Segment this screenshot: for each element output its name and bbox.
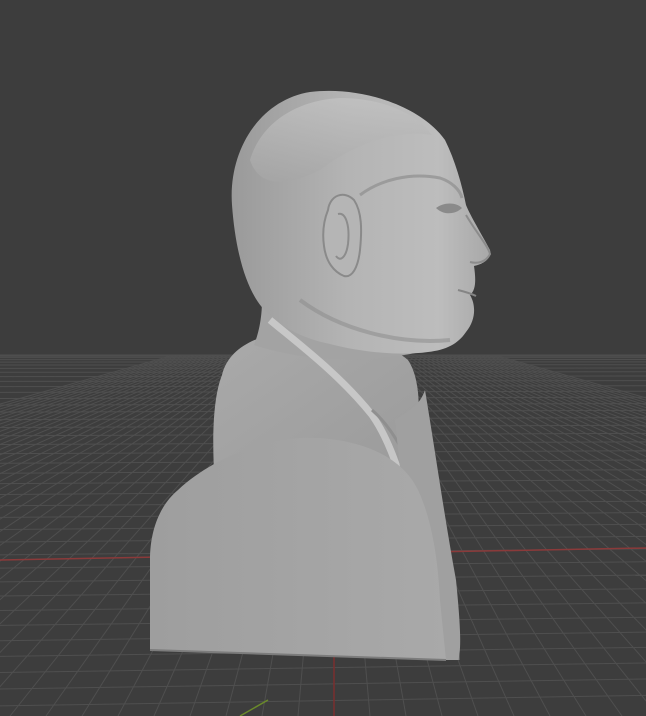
bust-ear bbox=[322, 193, 363, 278]
bust-base bbox=[150, 437, 446, 660]
grid-line-horizontal bbox=[0, 694, 646, 707]
grid-line-vertical bbox=[417, 354, 646, 479]
grid-line-horizontal bbox=[0, 678, 646, 690]
grid-line-vertical bbox=[469, 354, 646, 414]
3d-viewport[interactable] bbox=[0, 0, 646, 716]
grid-line-horizontal bbox=[0, 662, 646, 674]
grid-line-vertical bbox=[473, 354, 646, 411]
